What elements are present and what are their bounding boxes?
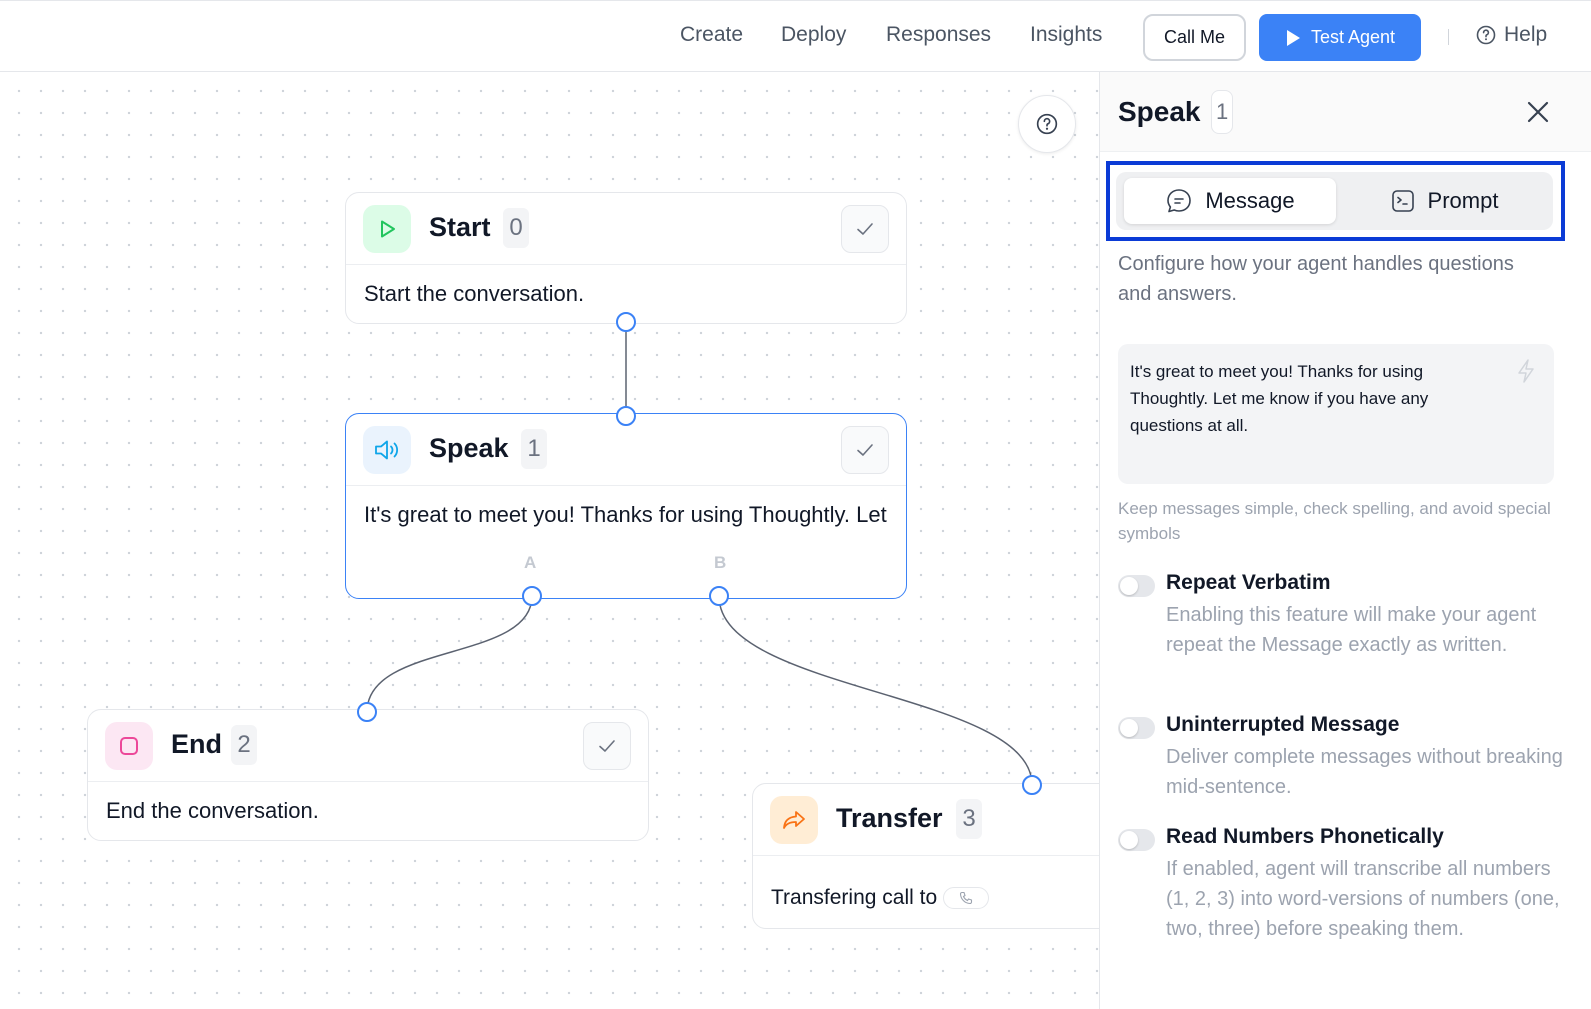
- panel-description: Configure how your agent handles questio…: [1118, 253, 1514, 305]
- help-icon: [1036, 113, 1058, 135]
- tab-message-label: Message: [1205, 188, 1295, 213]
- repeat-verbatim-toggle[interactable]: [1118, 575, 1155, 597]
- repeat-verbatim-desc: Enabling this feature will make your age…: [1166, 604, 1537, 656]
- port-label-b: B: [714, 553, 727, 572]
- check-icon[interactable]: [841, 426, 889, 474]
- nav-responses[interactable]: Responses: [886, 23, 991, 47]
- terminal-icon: [1391, 190, 1414, 212]
- port-start-out[interactable]: [616, 312, 636, 332]
- node-transfer-title: Transfer: [836, 803, 943, 833]
- check-icon[interactable]: [583, 722, 631, 770]
- node-speak-badge: 1: [521, 429, 547, 469]
- nav-insights[interactable]: Insights: [1030, 23, 1102, 47]
- port-speak-out-b[interactable]: [709, 586, 729, 606]
- test-agent-label: Test Agent: [1310, 27, 1396, 47]
- node-end[interactable]: End 2 End the conversation.: [87, 709, 649, 841]
- node-start-header: Start 0: [346, 193, 906, 265]
- message-textarea[interactable]: It's great to meet you! Thanks for using…: [1118, 344, 1554, 484]
- tab-prompt-label: Prompt: [1427, 188, 1499, 213]
- uninterrupted-message-toggle[interactable]: [1118, 717, 1155, 739]
- node-start[interactable]: Start 0 Start the conversation.: [345, 192, 907, 324]
- panel-title: Speak: [1118, 96, 1201, 127]
- message-prompt-tabs: Message Prompt: [1116, 172, 1553, 230]
- node-end-title: End: [171, 729, 222, 759]
- node-speak-title: Speak: [429, 433, 509, 463]
- canvas-help-button[interactable]: [1018, 95, 1076, 153]
- speaker-icon: [363, 426, 411, 474]
- port-speak-out-a[interactable]: [522, 586, 542, 606]
- phone-icon[interactable]: [943, 887, 990, 910]
- node-speak-body: It's great to meet you! Thanks for using…: [364, 502, 891, 527]
- wire-speak-end: [366, 595, 533, 713]
- read-numbers-title: Read Numbers Phonetically: [1166, 825, 1444, 848]
- lightning-icon[interactable]: [1516, 358, 1536, 392]
- node-start-badge: 0: [503, 208, 529, 248]
- help-label: Help: [1504, 23, 1548, 46]
- chat-bubble-icon: [1167, 189, 1192, 213]
- test-agent-button[interactable]: Test Agent: [1259, 14, 1421, 61]
- help-icon: [1476, 25, 1496, 45]
- node-transfer-header: Transfer 3: [753, 784, 1099, 856]
- call-me-button[interactable]: Call Me: [1143, 14, 1246, 61]
- port-transfer-in[interactable]: [1022, 775, 1042, 795]
- node-transfer-text: Transfering call to: [771, 886, 938, 909]
- node-settings-panel: Speak 1 Message Prompt Configure how you…: [1099, 72, 1591, 1009]
- wire-speak-transfer: [718, 595, 1033, 786]
- uninterrupted-message-title: Uninterrupted Message: [1166, 713, 1400, 736]
- message-hint: Keep messages simple, check spelling, an…: [1118, 499, 1551, 543]
- read-numbers-desc: If enabled, agent will transcribe all nu…: [1166, 858, 1560, 940]
- port-label-a: A: [524, 553, 537, 572]
- nav-deploy[interactable]: Deploy: [781, 23, 846, 47]
- help-link[interactable]: Help: [1476, 23, 1547, 47]
- nav-create[interactable]: Create: [680, 23, 743, 47]
- uninterrupted-message-desc: Deliver complete messages without breaki…: [1166, 746, 1563, 798]
- node-end-body: End the conversation.: [106, 798, 319, 823]
- node-end-badge: 2: [231, 725, 257, 765]
- node-start-title: Start: [429, 212, 491, 242]
- check-icon[interactable]: [841, 205, 889, 253]
- top-bar: Create Deploy Responses Insights Call Me…: [0, 0, 1591, 72]
- stop-icon: [105, 722, 153, 770]
- port-speak-in[interactable]: [616, 406, 636, 426]
- tab-message[interactable]: Message: [1124, 178, 1336, 224]
- topbar-divider: [1448, 29, 1449, 45]
- read-numbers-toggle[interactable]: [1118, 829, 1155, 851]
- node-transfer-badge: 3: [956, 799, 982, 839]
- message-text: It's great to meet you! Thanks for using…: [1130, 362, 1429, 435]
- tab-prompt[interactable]: Prompt: [1342, 178, 1546, 224]
- node-transfer-body: Transfering call to: [753, 856, 1099, 926]
- close-icon[interactable]: [1524, 98, 1552, 126]
- play-icon: [1286, 29, 1300, 46]
- play-icon: [363, 205, 411, 253]
- node-transfer[interactable]: Transfer 3 Transfering call to: [752, 783, 1099, 929]
- port-end-in[interactable]: [357, 702, 377, 722]
- panel-header: Speak 1: [1100, 72, 1591, 152]
- flow-canvas[interactable]: Start 0 Start the conversation. Speak 1 …: [0, 72, 1099, 1009]
- share-arrow-icon: [770, 796, 818, 844]
- panel-badge: 1: [1211, 90, 1234, 134]
- repeat-verbatim-title: Repeat Verbatim: [1166, 571, 1331, 594]
- node-speak[interactable]: Speak 1 It's great to meet you! Thanks f…: [345, 413, 907, 599]
